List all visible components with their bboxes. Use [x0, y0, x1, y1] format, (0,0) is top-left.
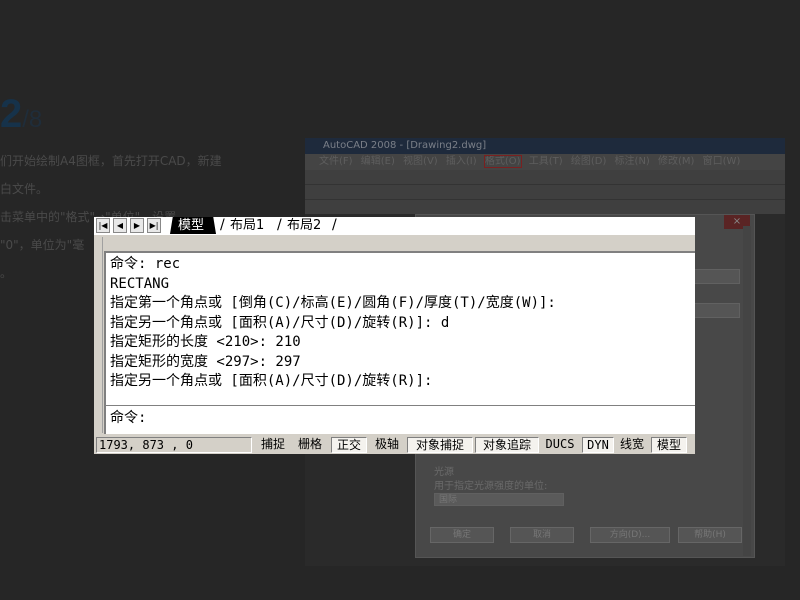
menu-item: 窗口(W): [702, 156, 741, 167]
tab-model[interactable]: 模型: [170, 217, 217, 234]
background-toolbar: [305, 185, 785, 200]
prev-tab-button[interactable]: ◀: [113, 218, 127, 233]
command-history-panel: 命令: rec RECTANG 指定第一个角点或 [倒角(C)/标高(E)/圆角…: [104, 251, 695, 434]
history-line: RECTANG: [110, 275, 170, 292]
background-title: AutoCAD 2008 - [Drawing2.dwg]: [305, 138, 785, 154]
lineweight-toggle[interactable]: 线宽: [615, 437, 649, 453]
dialog-section-hint: 用于指定光源强度的单位:: [434, 481, 548, 492]
background-toolbar: [305, 200, 785, 215]
menu-item: 插入(I): [445, 156, 477, 167]
background-toolbar: [305, 170, 785, 185]
menu-item: 工具(T): [528, 156, 563, 167]
history-line: 命令: rec: [110, 256, 181, 272]
snap-toggle[interactable]: 捕捉: [256, 437, 290, 453]
menu-item: 视图(V): [403, 156, 438, 167]
dialog-direction-button: 方向(D)...: [590, 527, 670, 543]
first-tab-button[interactable]: |◀: [96, 218, 110, 233]
dialog-section-label: 光源: [434, 467, 454, 478]
menu-item: 修改(M): [658, 156, 695, 167]
step-indicator: 2/8: [0, 92, 42, 137]
history-line: 指定矩形的宽度 <297>: 297: [110, 353, 301, 370]
command-window-grip[interactable]: [96, 237, 103, 433]
history-line: 指定另一个角点或 [面积(A)/尺寸(D)/旋转(R)]:: [110, 373, 433, 389]
article-line: 白文件。: [0, 182, 49, 196]
model-space-toggle[interactable]: 模型: [651, 437, 687, 453]
last-tab-button[interactable]: ▶|: [147, 218, 161, 233]
menu-item: 编辑(E): [360, 156, 395, 167]
tab-layout1[interactable]: 布局1: [224, 217, 270, 234]
background-scrollbar: [743, 226, 751, 556]
history-line: 指定第一个角点或 [倒角(C)/标高(E)/圆角(F)/厚度(T)/宽度(W)]…: [110, 295, 556, 311]
command-prompt-input[interactable]: 命令:: [110, 408, 146, 428]
article-line: "0"，单位为"毫: [0, 238, 85, 252]
command-window: |◀ ◀ ▶ ▶| 模型 / 布局1 / 布局2 / 命令: rec RECTA…: [94, 217, 695, 454]
article-line: 们开始绘制A4图框，首先打开CAD，新建: [0, 154, 222, 168]
history-line: 指定矩形的长度 <210>: 210: [110, 334, 301, 350]
layout-tab-bar: |◀ ◀ ▶ ▶| 模型 / 布局1 / 布局2 /: [94, 217, 695, 235]
menu-item-format: 格式(O): [483, 155, 522, 168]
article-line: 。: [0, 266, 13, 280]
dialog-unit-select: 国际: [434, 493, 564, 506]
background-menubar: 文件(F) 编辑(E) 视图(V) 插入(I) 格式(O) 工具(T) 绘图(D…: [305, 154, 785, 170]
dialog-cancel-button: 取消: [510, 527, 574, 543]
ortho-toggle[interactable]: 正交: [331, 437, 367, 453]
dialog-ok-button: 确定: [430, 527, 494, 543]
history-line: 指定另一个角点或 [面积(A)/尺寸(D)/旋转(R)]: d: [110, 314, 450, 331]
osnap-toggle[interactable]: 对象捕捉: [407, 437, 473, 453]
command-separator: [106, 405, 695, 406]
dialog-help-button: 帮助(H): [678, 527, 742, 543]
otrack-toggle[interactable]: 对象追踪: [475, 437, 539, 453]
menu-item: 文件(F): [319, 156, 353, 167]
command-history: 命令: rec RECTANG 指定第一个角点或 [倒角(C)/标高(E)/圆角…: [110, 255, 695, 392]
step-total: /8: [22, 106, 43, 133]
dyn-toggle[interactable]: DYN: [582, 437, 614, 453]
tab-layout2[interactable]: 布局2: [281, 217, 327, 234]
grid-toggle[interactable]: 栅格: [293, 437, 327, 453]
status-bar: 1793, 873 , 0 捕捉 栅格 正交 极轴 对象捕捉 对象追踪 DUCS…: [94, 435, 695, 454]
menu-item: 绘图(D): [570, 156, 607, 167]
ducs-toggle[interactable]: DUCS: [541, 437, 579, 453]
menu-item: 标注(N): [614, 156, 650, 167]
next-tab-button[interactable]: ▶: [130, 218, 144, 233]
step-current: 2: [0, 92, 23, 136]
polar-toggle[interactable]: 极轴: [369, 437, 405, 453]
coordinate-readout: 1793, 873 , 0: [96, 437, 252, 453]
tab-divider: /: [332, 217, 337, 233]
